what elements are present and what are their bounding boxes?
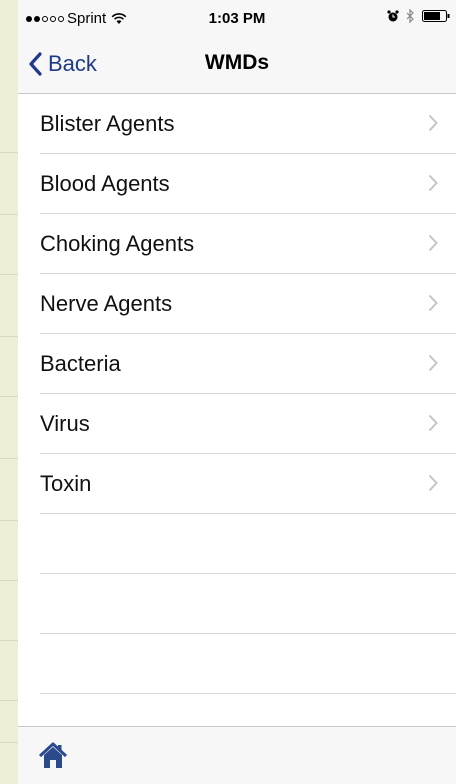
wmd-category-list: Blister Agents Blood Agents Choking Agen…	[18, 94, 456, 694]
margin-tick	[0, 580, 18, 581]
empty-row	[40, 634, 456, 694]
chevron-right-icon	[428, 174, 438, 192]
list-item-nerve-agents[interactable]: Nerve Agents	[40, 274, 456, 334]
chevron-right-icon	[428, 354, 438, 372]
list-item-blister-agents[interactable]: Blister Agents	[40, 94, 456, 154]
status-right	[387, 9, 450, 23]
margin-tick	[0, 396, 18, 397]
list-item-label: Blood Agents	[40, 171, 170, 196]
list-item-label: Blister Agents	[40, 111, 175, 136]
list-item-virus[interactable]: Virus	[40, 394, 456, 454]
list-item-label: Virus	[40, 411, 90, 436]
margin-tick	[0, 640, 18, 641]
margin-tick	[0, 336, 18, 337]
home-button[interactable]	[38, 741, 68, 771]
battery-icon	[422, 10, 450, 22]
margin-tick	[0, 152, 18, 153]
chevron-right-icon	[428, 474, 438, 492]
app-screen: Sprint 1:03 PM Back WMDs Blister Agents …	[18, 0, 456, 784]
chevron-right-icon	[428, 414, 438, 432]
alarm-icon	[387, 9, 399, 21]
margin-tick	[0, 274, 18, 275]
margin-tick	[0, 700, 18, 701]
home-icon	[38, 742, 68, 768]
navigation-bar: Back WMDs	[18, 38, 456, 94]
chevron-right-icon	[428, 234, 438, 252]
margin-tick	[0, 214, 18, 215]
list-item-label: Toxin	[40, 471, 92, 496]
empty-row	[40, 514, 456, 574]
page-title: WMDs	[204, 51, 270, 74]
margin-tick	[0, 520, 18, 521]
margin-tick	[0, 742, 18, 743]
margin-tick	[0, 458, 18, 459]
list-item-choking-agents[interactable]: Choking Agents	[40, 214, 456, 274]
list-item-blood-agents[interactable]: Blood Agents	[40, 154, 456, 214]
list-item-label: Choking Agents	[40, 231, 195, 256]
chevron-right-icon	[428, 114, 438, 132]
list-item-label: Nerve Agents	[40, 291, 173, 316]
list-item-toxin[interactable]: Toxin	[40, 454, 456, 514]
list-item-bacteria[interactable]: Bacteria	[40, 334, 456, 394]
list-item-label: Bacteria	[40, 351, 121, 376]
chevron-right-icon	[428, 294, 438, 312]
empty-row	[40, 574, 456, 634]
bottom-toolbar	[18, 726, 456, 784]
left-margin-strip	[0, 0, 18, 784]
bluetooth-icon	[406, 9, 414, 23]
status-bar: Sprint 1:03 PM	[18, 0, 456, 38]
